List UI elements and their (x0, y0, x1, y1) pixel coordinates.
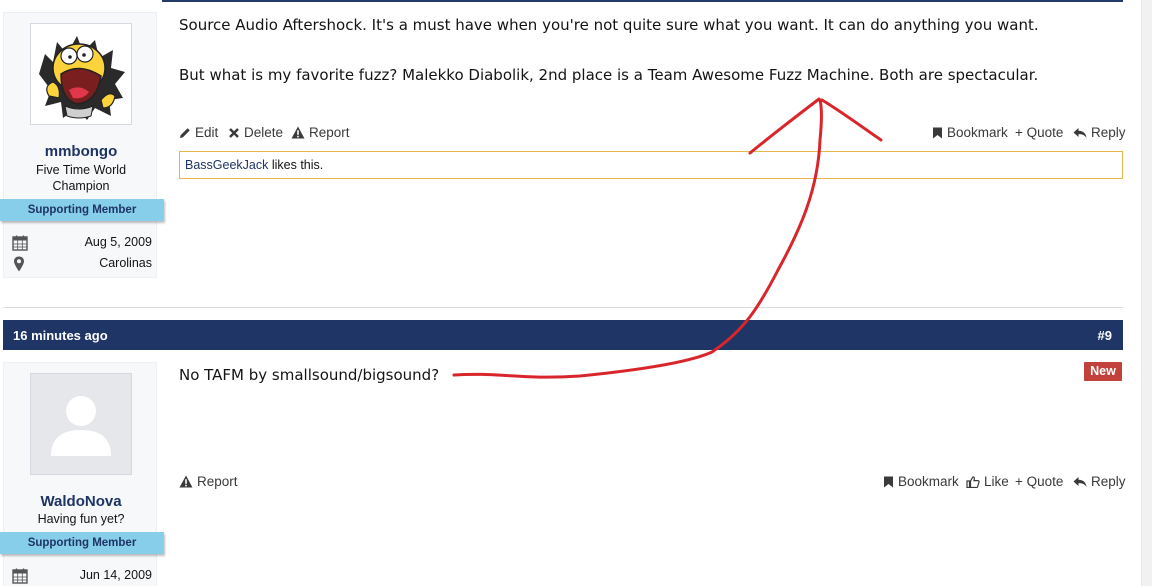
calendar-icon (12, 235, 28, 251)
avatar[interactable] (30, 23, 132, 125)
reply-icon (1073, 127, 1087, 138)
report-button[interactable]: Report (179, 474, 238, 489)
user-card-waldonova: WaldoNova Having fun yet? Supporting Mem… (0, 362, 164, 586)
post-separator (3, 307, 1123, 308)
reply-button[interactable]: Reply (1073, 125, 1126, 140)
arrow-head-left (748, 97, 821, 155)
arrow-head-right (820, 98, 883, 142)
joined-date: Aug 5, 2009 (84, 235, 152, 249)
like-label: Like (984, 474, 1009, 489)
delete-label: Delete (244, 125, 284, 140)
calendar-icon (12, 568, 28, 584)
bookmark-icon (933, 127, 942, 138)
report-label: Report (197, 474, 238, 489)
location[interactable]: Carolinas (99, 256, 152, 270)
delete-button[interactable]: Delete (228, 125, 283, 140)
username[interactable]: WaldoNova (4, 493, 158, 510)
warning-icon (291, 126, 305, 139)
supporting-member-banner: Supporting Member (0, 532, 164, 554)
post-paragraph: But what is my favorite fuzz? Malekko Di… (179, 66, 1039, 84)
user-card-mmbongo: mmbongo Five Time World Champion Support… (0, 12, 164, 278)
edit-label: Edit (195, 125, 219, 140)
post-timestamp[interactable]: 16 minutes ago (13, 328, 108, 343)
likes-summary: BassGeekJack likes this. (179, 151, 1123, 179)
user-title: Five Time World Champion (35, 163, 127, 193)
quote-label: + Quote (1015, 474, 1064, 489)
post-header: 16 minutes ago #9 (3, 320, 1123, 350)
x-icon (229, 127, 239, 138)
map-marker-icon (14, 256, 24, 272)
bookmark-button[interactable]: Bookmark (932, 125, 1008, 140)
joined-date-row: Jun 14, 2009 (12, 568, 152, 584)
post-top-border (162, 0, 1123, 2)
bookmark-label: Bookmark (898, 474, 959, 489)
quote-label: + Quote (1015, 125, 1064, 140)
quote-button[interactable]: + Quote (1015, 474, 1063, 489)
liker-username[interactable]: BassGeekJack (185, 158, 268, 172)
edit-button[interactable]: Edit (179, 125, 218, 140)
post-text: No TAFM by smallsound/bigsound? (179, 366, 440, 384)
joined-date-row: Aug 5, 2009 (12, 235, 152, 251)
avatar[interactable] (30, 373, 132, 475)
thumbs-up-icon (966, 475, 980, 488)
joined-date: Jun 14, 2009 (79, 568, 152, 582)
new-badge: New (1084, 362, 1122, 381)
location-row: Carolinas (12, 256, 152, 272)
supporting-member-banner: Supporting Member (0, 199, 164, 221)
quote-button[interactable]: + Quote (1015, 125, 1063, 140)
username[interactable]: mmbongo (4, 143, 158, 160)
reply-label: Reply (1091, 125, 1126, 140)
warning-icon (179, 475, 193, 488)
likes-suffix: likes this. (268, 158, 324, 172)
user-title: Having fun yet? (37, 512, 125, 526)
reply-icon (1073, 476, 1087, 487)
post-paragraph: Source Audio Aftershock. It's a must hav… (179, 16, 1039, 34)
reply-label: Reply (1091, 474, 1126, 489)
default-user-avatar-icon (31, 374, 131, 474)
homer-simpson-avatar-icon (31, 24, 131, 124)
post-number[interactable]: #9 (1098, 328, 1112, 343)
red-annotation-arrow (452, 97, 883, 379)
reply-button[interactable]: Reply (1073, 474, 1126, 489)
bookmark-icon (884, 476, 893, 487)
page-scrollbar[interactable] (1141, 0, 1152, 586)
bookmark-label: Bookmark (947, 125, 1008, 140)
report-button[interactable]: Report (291, 125, 350, 140)
pencil-icon (180, 127, 190, 138)
bookmark-button[interactable]: Bookmark (883, 474, 959, 489)
like-button[interactable]: Like (966, 474, 1009, 489)
report-label: Report (309, 125, 350, 140)
